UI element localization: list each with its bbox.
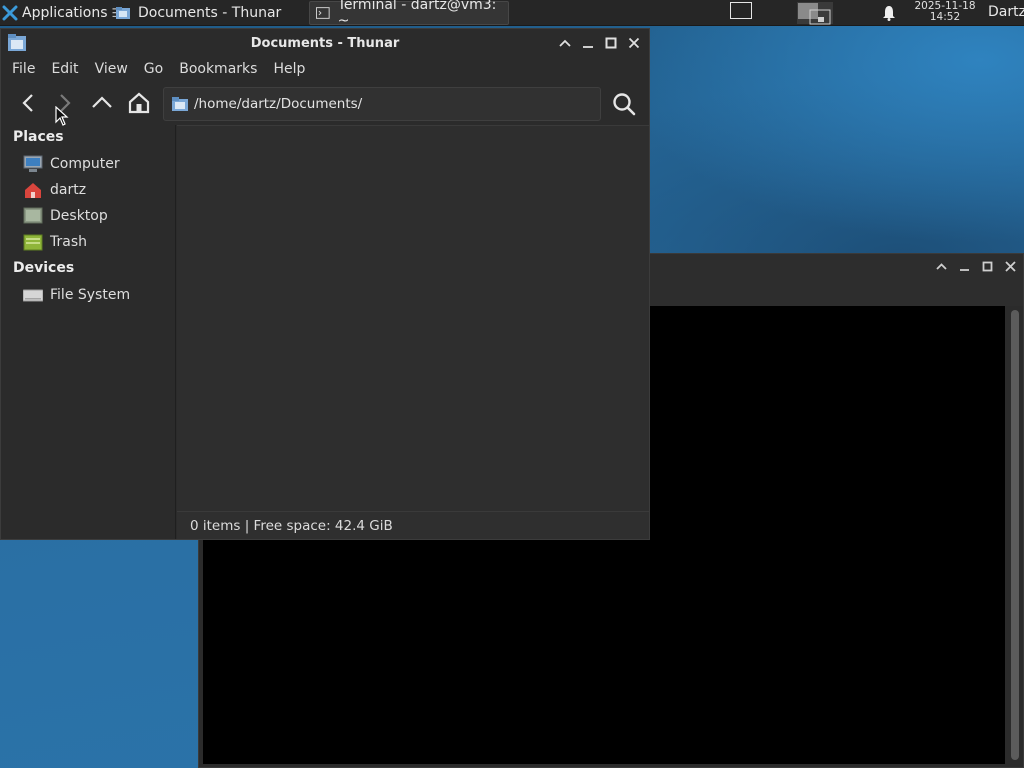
search-icon[interactable]: [611, 91, 637, 117]
sidebar-item-label: Desktop: [50, 208, 108, 224]
sidebar-item-file-system[interactable]: File System: [23, 284, 130, 306]
sidebar-item-label: Computer: [50, 156, 120, 172]
desktop-icon: [23, 207, 43, 224]
xfce-logo-icon: [2, 5, 18, 20]
applications-menu[interactable]: Applications ☰: [0, 0, 122, 26]
menu-bar: File Edit View Go Bookmarks Help: [1, 57, 649, 81]
sidebar-item-label: File System: [50, 287, 131, 303]
shade-icon[interactable]: [935, 260, 948, 273]
workspace-1-button[interactable]: [730, 2, 752, 19]
taskbar-item-thunar[interactable]: Documents - Thunar: [110, 1, 306, 25]
user-menu[interactable]: Dartz: [988, 4, 1024, 20]
maximize-icon[interactable]: [604, 36, 618, 50]
sidebar-item-desktop[interactable]: Desktop: [23, 205, 108, 227]
window-title: Documents - Thunar: [250, 35, 400, 51]
minimize-icon[interactable]: [958, 260, 971, 273]
sidebar-item-label: Trash: [50, 234, 87, 250]
top-panel: Applications ☰ Documents - Thunar Termin…: [0, 0, 1024, 29]
home-button[interactable]: [127, 91, 151, 115]
terminal-scrollbar[interactable]: [1011, 310, 1019, 760]
status-bar: 0 items | Free space: 42.4 GiB: [177, 511, 649, 539]
menu-go[interactable]: Go: [144, 61, 163, 77]
minimize-icon[interactable]: [581, 36, 595, 50]
back-button[interactable]: [17, 91, 41, 115]
menu-bookmarks[interactable]: Bookmarks: [179, 61, 257, 77]
workspace-2-button[interactable]: [796, 1, 834, 25]
thunar-titlebar[interactable]: Documents - Thunar: [1, 29, 649, 57]
menu-view[interactable]: View: [95, 61, 128, 77]
thunar-window-controls: [558, 36, 641, 50]
menu-help[interactable]: Help: [273, 61, 305, 77]
mouse-pointer-icon: [55, 106, 69, 126]
trash-icon: [23, 234, 43, 251]
taskbar-item-terminal[interactable]: Terminal - dartz@vm3: ~: [309, 0, 509, 29]
file-view[interactable]: [177, 125, 649, 511]
location-path: /home/dartz/Documents/: [194, 96, 363, 112]
close-icon[interactable]: [1004, 260, 1017, 273]
maximize-icon[interactable]: [981, 260, 994, 273]
menu-file[interactable]: File: [12, 61, 35, 77]
drive-icon: [23, 289, 43, 302]
shade-icon[interactable]: [558, 36, 572, 50]
toolbar: /home/dartz/Documents/: [1, 83, 649, 125]
applications-label: Applications: [22, 4, 108, 21]
home-icon: [25, 183, 41, 198]
sidebar-item-label: dartz: [50, 182, 87, 198]
thunar-window[interactable]: Documents - Thunar File Edit View Go Boo…: [0, 28, 650, 540]
folder-icon: [116, 7, 130, 19]
clock-time: 14:52: [929, 11, 961, 23]
taskbar-item-label: Documents - Thunar: [138, 5, 282, 21]
sidebar-item-home[interactable]: dartz: [23, 179, 86, 201]
sidebar-item-computer[interactable]: Computer: [23, 153, 120, 175]
folder-icon: [172, 97, 188, 111]
sidebar: Places Computer dartz Desktop Trash Devi…: [1, 125, 176, 539]
computer-icon: [23, 155, 43, 172]
sidebar-item-trash[interactable]: Trash: [23, 231, 87, 253]
location-bar[interactable]: /home/dartz/Documents/: [163, 87, 601, 121]
terminal-icon: [316, 7, 330, 19]
panel-clock[interactable]: 2025-11-18 14:52: [908, 1, 982, 23]
notification-bell-icon[interactable]: [881, 5, 897, 21]
places-heading: Places: [13, 129, 64, 145]
taskbar-item-label: Terminal - dartz@vm3: ~: [337, 0, 497, 29]
terminal-window-controls: [935, 260, 1017, 273]
parent-folder-button[interactable]: [90, 91, 114, 115]
menu-edit[interactable]: Edit: [51, 61, 78, 77]
devices-heading: Devices: [13, 260, 75, 276]
file-manager-icon: [8, 34, 26, 51]
close-icon[interactable]: [627, 36, 641, 50]
